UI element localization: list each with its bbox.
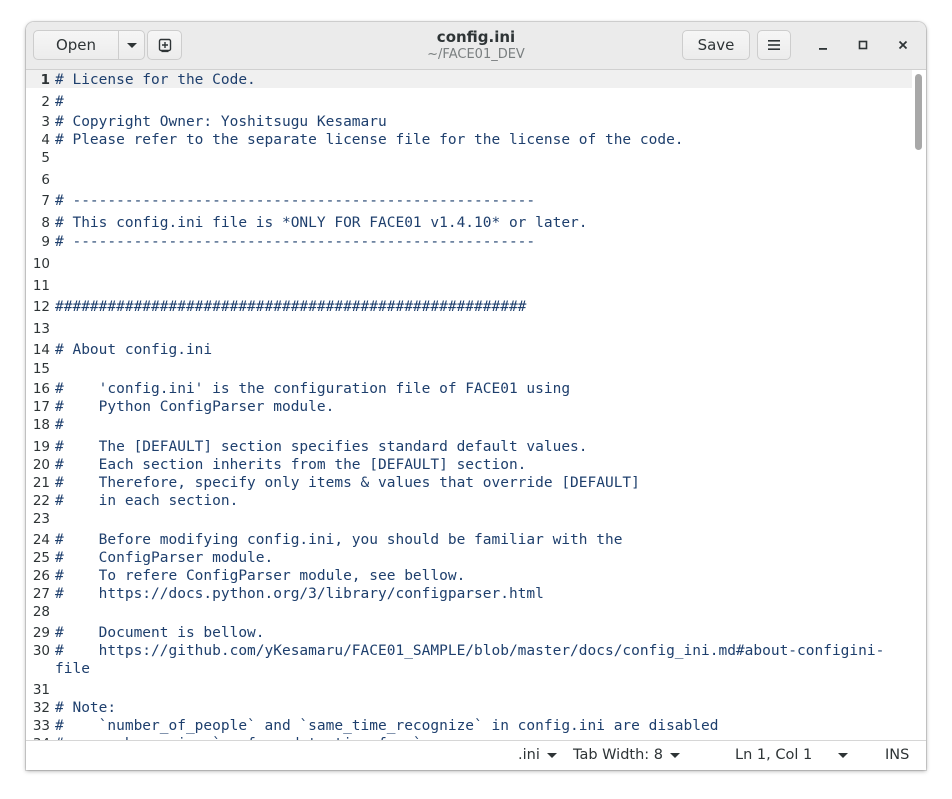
line-number: 28	[32, 604, 50, 620]
new-tab-icon	[158, 38, 171, 53]
chevron-down-icon	[838, 752, 849, 758]
line-text: # To refere ConfigParser module, see bel…	[55, 568, 466, 584]
line-number: 4	[41, 132, 50, 148]
document-title: config.ini	[436, 28, 516, 46]
scrollbar-thumb[interactable]	[915, 74, 922, 150]
line-number: 1	[40, 72, 50, 88]
line-text: # https://docs.python.org/3/library/conf…	[55, 586, 544, 602]
line-text: # Python ConfigParser module.	[55, 399, 335, 415]
cursor-position-selector[interactable]: Ln 1, Col 1	[735, 747, 849, 763]
line-text: # Before modifying config.ini, you shoul…	[55, 532, 623, 548]
line-number: 9	[41, 234, 50, 250]
vertical-scrollbar[interactable]	[913, 70, 926, 740]
line-number: 19	[32, 439, 50, 455]
line-text: # Copyright Owner: Yoshitsugu Kesamaru	[55, 114, 387, 130]
insert-mode-label: INS	[885, 747, 910, 763]
tab-width-label: Tab Width: 8	[573, 747, 664, 763]
line-number: 16	[32, 381, 50, 397]
window-title: config.ini ~/FACE01_DEV	[376, 28, 576, 63]
line-number: 29	[32, 625, 50, 641]
line-number: 11	[32, 278, 50, 294]
line-text: # ConfigParser module.	[55, 550, 274, 566]
line-text: # `number_of_people` and `same_time_reco…	[55, 718, 719, 734]
line-number: 8	[41, 215, 50, 231]
line-number: 13	[32, 321, 50, 337]
close-icon	[898, 40, 908, 50]
text-editor-area[interactable]: 1 # License for the Code. 2 #3 # Copyright O…	[26, 70, 926, 740]
language-label: .ini	[518, 747, 540, 763]
line-text: #	[55, 417, 64, 433]
line-text: # Each section inherits from the [DEFAUL…	[55, 457, 527, 473]
main-menu-button[interactable]	[757, 30, 791, 60]
line-number: 20	[32, 457, 50, 473]
line-number: 12	[32, 299, 50, 315]
language-selector[interactable]: .ini	[518, 747, 557, 763]
chevron-down-icon	[670, 752, 681, 758]
line-number: 14	[32, 342, 50, 358]
chevron-down-icon	[546, 752, 557, 758]
line-text: # License for the Code.	[55, 72, 256, 88]
tab-width-selector[interactable]: Tab Width: 8	[573, 747, 681, 763]
document-path: ~/FACE01_DEV	[427, 47, 525, 62]
line-text: #	[55, 94, 64, 110]
line-number: 10	[32, 256, 50, 272]
line-text: # About config.ini	[55, 342, 213, 358]
line-number: 3	[41, 114, 50, 130]
open-menu-button[interactable]	[118, 30, 145, 60]
line-text: # 'config.ini' is the configuration file…	[55, 381, 571, 397]
line-text: # --------------------------------------…	[55, 234, 536, 250]
line-number: 21	[32, 475, 50, 491]
line-text: file	[55, 661, 90, 677]
line-number: 25	[32, 550, 50, 566]
line-text: # Document is bellow.	[55, 625, 265, 641]
maximize-icon	[858, 40, 868, 50]
open-button[interactable]: Open	[33, 30, 119, 60]
line-number: 23	[32, 511, 50, 527]
line-number: 30	[32, 643, 50, 659]
line-text: # https://github.com/yKesamaru/FACE01_SA…	[55, 643, 885, 659]
line-number: 18	[32, 417, 50, 433]
line-text: # Please refer to the separate license f…	[55, 132, 684, 148]
maximize-button[interactable]	[855, 37, 871, 53]
insert-mode-indicator: INS	[885, 747, 909, 763]
line-number: 7	[41, 193, 50, 209]
text-editor-window: Open config.ini ~/FACE01_DEV Save 1 # Li…	[26, 22, 926, 770]
cursor-position-label: Ln 1, Col 1	[735, 747, 813, 763]
line-number: 24	[32, 532, 50, 548]
hamburger-menu-icon	[768, 40, 780, 50]
minimize-icon	[819, 48, 827, 50]
line-number: 27	[32, 586, 50, 602]
chevron-down-icon	[126, 42, 137, 48]
status-bar: .ini Tab Width: 8 Ln 1, Col 1 INS	[26, 740, 926, 770]
line-text: # Therefore, specify only items & values…	[55, 475, 640, 491]
new-tab-button[interactable]	[147, 30, 182, 60]
line-text: # This config.ini file is *ONLY FOR FACE…	[55, 215, 588, 231]
line-text: # --------------------------------------…	[55, 193, 536, 209]
line-number: 33	[32, 718, 50, 734]
line-text: # Note:	[55, 700, 117, 716]
line-text: # The [DEFAULT] section specifies standa…	[55, 439, 588, 455]
line-number: 15	[32, 361, 50, 377]
line-number: 17	[32, 399, 50, 415]
line-number: 31	[32, 682, 50, 698]
close-button[interactable]	[895, 37, 911, 53]
line-number: 26	[32, 568, 50, 584]
minimize-button[interactable]	[815, 37, 831, 53]
line-text: # in each section.	[55, 493, 239, 509]
line-number: 5	[41, 150, 50, 166]
save-button[interactable]: Save	[682, 30, 750, 60]
header-bar: Open config.ini ~/FACE01_DEV Save	[26, 22, 926, 70]
line-number: 2	[41, 94, 50, 110]
line-number: 6	[41, 172, 50, 188]
line-number: 32	[32, 700, 50, 716]
line-text: ########################################…	[55, 299, 527, 315]
line-number: 22	[32, 493, 50, 509]
